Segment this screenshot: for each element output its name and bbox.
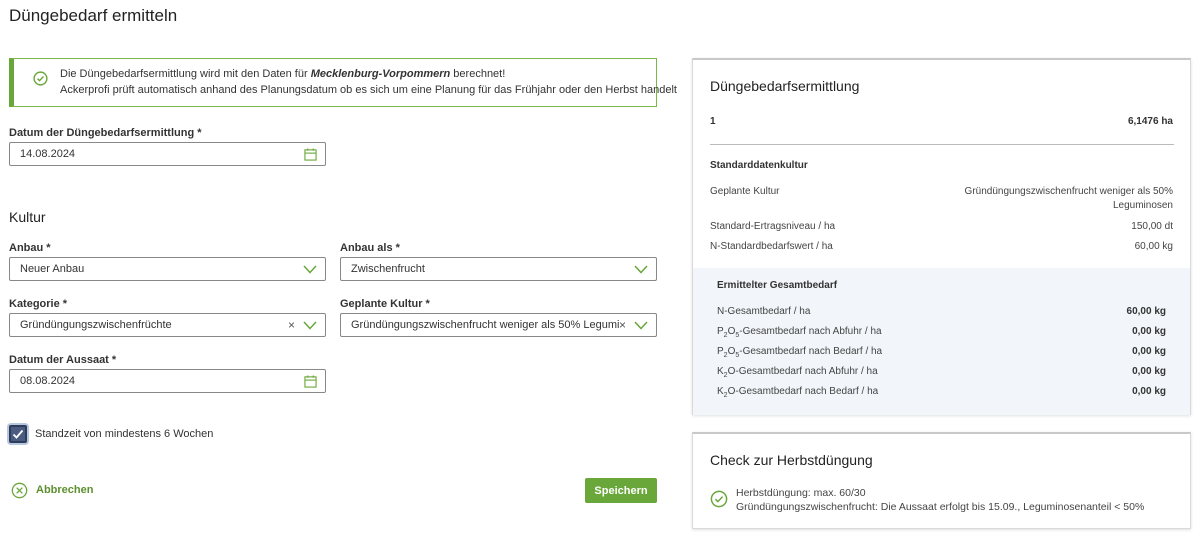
geplante-kultur-row-value: Gründüngungszwischenfrucht weniger als 5… xyxy=(964,186,1173,197)
calendar-icon[interactable] xyxy=(304,375,317,388)
section-kultur: Kultur xyxy=(9,209,46,225)
anbau-select[interactable]: Neuer Anbau xyxy=(9,257,326,281)
herbst-title: Check zur Herbstdüngung xyxy=(710,452,873,468)
alert-region: Mecklenburg-Vorpommern xyxy=(310,68,451,80)
herbst-line-2: Gründüngungszwischenfrucht: Die Aussaat … xyxy=(736,501,1145,513)
kategorie-select[interactable]: Gründüngungszwischenfrüchte × xyxy=(9,313,326,337)
n-standardbedarf-value: 60,00 kg xyxy=(1134,241,1173,252)
date-input[interactable]: 14.08.2024 xyxy=(9,142,326,166)
total-p-bedarf-label: P2O5-Gesamtbedarf nach Bedarf / ha xyxy=(717,346,883,359)
ertragsniveau-value: 150,00 dt xyxy=(1131,221,1173,232)
total-p-bedarf-value: 0,00 kg xyxy=(1132,346,1166,357)
cancel-circle-icon[interactable] xyxy=(11,482,28,499)
total-p-abfuhr-value: 0,00 kg xyxy=(1132,326,1166,337)
clear-x-icon[interactable]: × xyxy=(288,318,295,332)
calendar-icon[interactable] xyxy=(304,148,317,161)
geplante-kultur-row-value-2: Leguminosen xyxy=(1112,200,1173,211)
clear-x-icon[interactable]: × xyxy=(619,318,626,332)
alert-line-1: Die Düngebedarfsermittlung wird mit den … xyxy=(60,68,506,80)
summary-divider xyxy=(710,144,1174,145)
field-id: 1 xyxy=(710,116,716,127)
date-label: Datum der Düngebedarfsermittlung * xyxy=(9,127,202,139)
total-k-bedarf-label: K2O-Gesamtbedarf nach Bedarf / ha xyxy=(717,386,879,399)
chevron-down-icon[interactable] xyxy=(303,265,317,274)
anbau-als-label: Anbau als * xyxy=(340,242,400,254)
geplante-kultur-row-label: Geplante Kultur xyxy=(710,186,780,197)
save-button[interactable]: Speichern xyxy=(585,478,657,503)
chevron-down-icon[interactable] xyxy=(634,321,648,330)
check-circle-icon xyxy=(33,71,48,86)
total-heading: Ermittelter Gesamtbedarf xyxy=(717,280,838,291)
herbst-card: Check zur Herbstdüngung Herbstdüngung: m… xyxy=(692,432,1191,529)
std-heading: Standarddatenkultur xyxy=(710,160,808,171)
total-k-abfuhr-value: 0,00 kg xyxy=(1132,366,1166,377)
info-alert: Die Düngebedarfsermittlung wird mit den … xyxy=(9,58,677,107)
summary-card: Düngebedarfsermittlung 1 6,1476 ha Stand… xyxy=(692,58,1191,415)
field-area: 6,1476 ha xyxy=(1127,116,1173,127)
aussaat-label: Datum der Aussaat * xyxy=(9,354,117,366)
herbst-line-1: Herbstdüngung: max. 60/30 xyxy=(736,487,866,499)
total-n-label: N-Gesamtbedarf / ha xyxy=(717,306,811,317)
anbau-label: Anbau * xyxy=(9,242,51,254)
chevron-down-icon[interactable] xyxy=(634,265,648,274)
total-p-abfuhr-label: P2O5-Gesamtbedarf nach Abfuhr / ha xyxy=(717,326,882,339)
total-panel: Ermittelter Gesamtbedarf N-Gesamtbedarf … xyxy=(693,268,1190,415)
ertragsniveau-label: Standard-Ertragsniveau / ha xyxy=(710,221,836,232)
chevron-down-icon[interactable] xyxy=(303,321,317,330)
geplante-kultur-label: Geplante Kultur * xyxy=(340,298,430,310)
standzeit-label[interactable]: Standzeit von mindestens 6 Wochen xyxy=(35,428,213,440)
total-n-value: 60,00 kg xyxy=(1126,306,1166,317)
anbau-als-select[interactable]: Zwischenfrucht xyxy=(340,257,657,281)
checkmark-icon xyxy=(12,429,24,439)
page-title: Düngebedarf ermitteln xyxy=(9,6,178,25)
n-standardbedarf-label: N-Standardbedarfswert / ha xyxy=(710,241,833,252)
standzeit-checkbox[interactable] xyxy=(9,425,27,443)
geplante-kultur-select[interactable]: Gründüngungszwischenfrucht weniger als 5… xyxy=(340,313,657,337)
alert-line-2: Ackerprofi prüft automatisch anhand des … xyxy=(60,84,677,96)
total-k-bedarf-value: 0,00 kg xyxy=(1132,386,1166,397)
kategorie-label: Kategorie * xyxy=(9,298,68,310)
aussaat-date-input[interactable]: 08.08.2024 xyxy=(9,369,326,393)
check-circle-icon xyxy=(710,490,728,508)
summary-title: Düngebedarfsermittlung xyxy=(710,78,860,94)
total-k-abfuhr-label: K2O-Gesamtbedarf nach Abfuhr / ha xyxy=(717,366,878,379)
